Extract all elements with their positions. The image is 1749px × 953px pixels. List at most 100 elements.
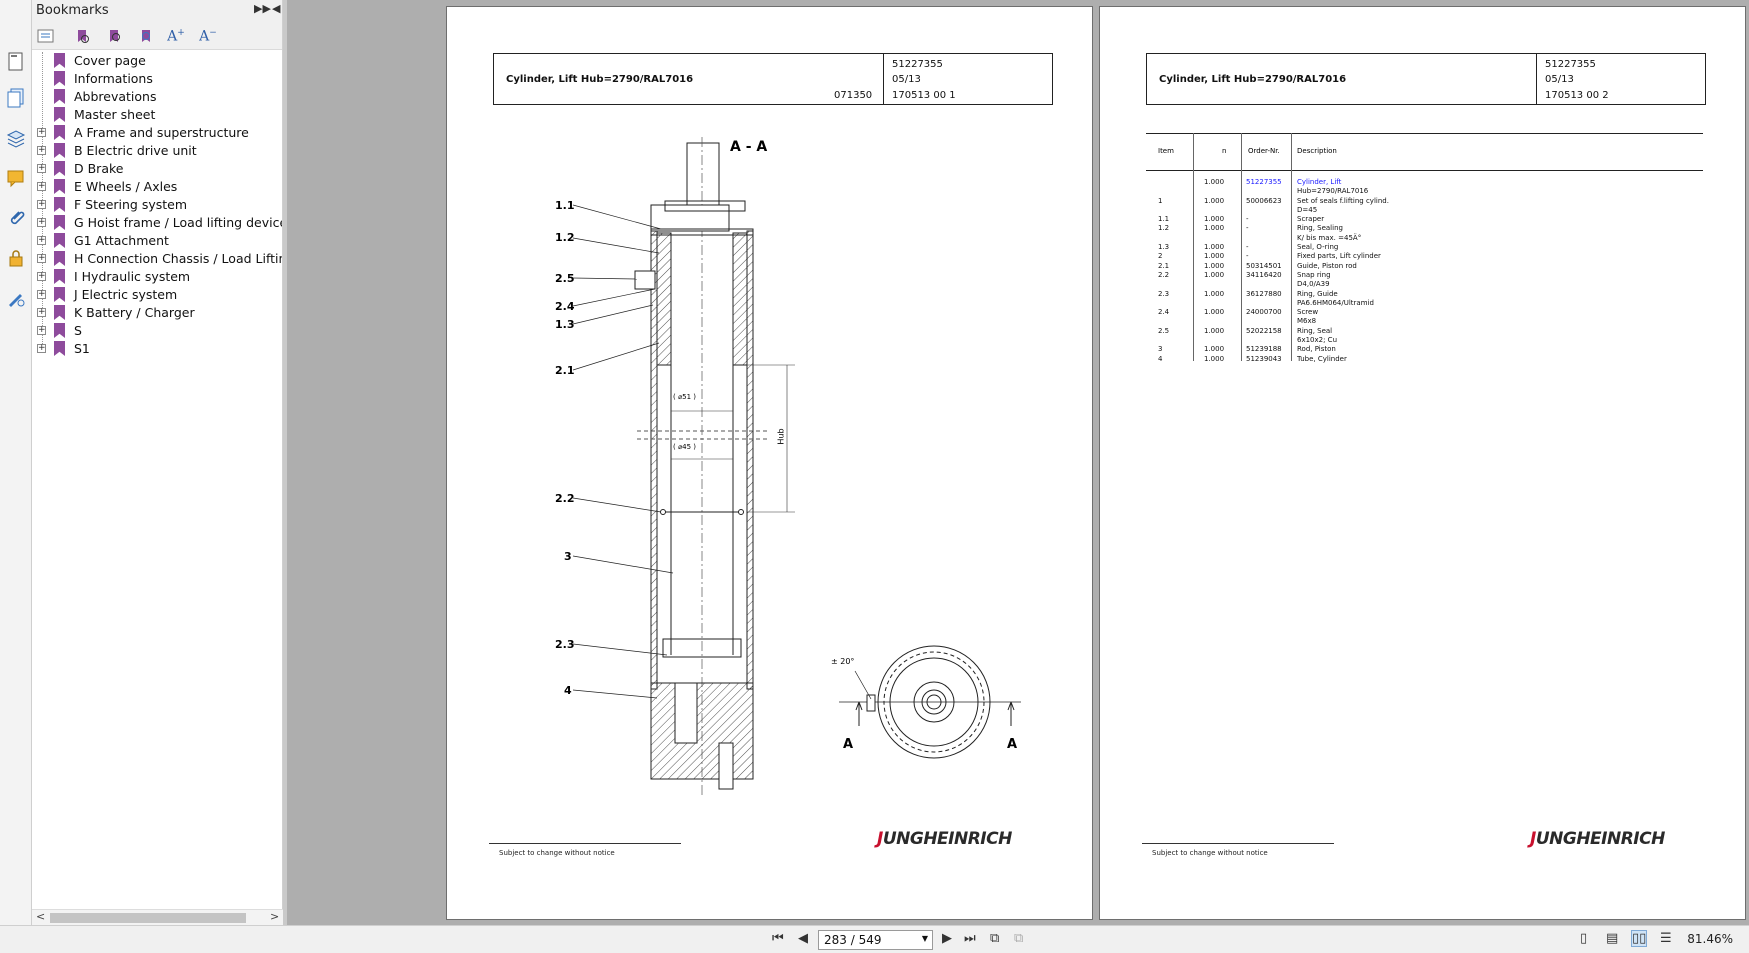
security-lock-icon[interactable]: [3, 244, 29, 272]
cell-desc: Snap ring: [1297, 270, 1331, 279]
find-bookmark-icon[interactable]: [136, 26, 156, 46]
cell-desc: Hub=2790/RAL7016: [1297, 187, 1369, 196]
expand-toggle-icon[interactable]: +: [37, 254, 46, 263]
document-page-left: Cylinder, Lift Hub=2790/RAL7016 071350 5…: [446, 6, 1093, 920]
bookmark-search-icon[interactable]: [104, 26, 124, 46]
bookmark-label: J Electric system: [74, 287, 178, 302]
bookmark-item[interactable]: Abbrevations: [32, 88, 282, 106]
collapse-panel-icon[interactable]: ◀: [272, 2, 280, 15]
bookmark-item[interactable]: + G Hoist frame / Load lifting device: [32, 214, 282, 232]
pages-icon[interactable]: [3, 84, 29, 112]
page-number-field[interactable]: 283 / 549 ▼: [818, 930, 933, 950]
last-page-icon[interactable]: ⏭: [964, 931, 976, 946]
increase-font-icon[interactable]: A+: [166, 26, 186, 46]
bookmark-item[interactable]: + K Battery / Charger: [32, 304, 282, 322]
cut-label-right: A: [1007, 737, 1018, 752]
bookmark-icon: [54, 179, 65, 194]
expand-panel-icon[interactable]: ▶▶: [254, 2, 271, 15]
table-row: 2.5 1.000 52022158 Ring, Seal: [1146, 327, 1703, 336]
cell-desc[interactable]: Cylinder, Lift: [1297, 178, 1341, 186]
cell-desc: Tube, Cylinder: [1297, 354, 1347, 363]
insert-page-icon[interactable]: ⧉: [990, 931, 999, 946]
cell-n: 1.000: [1204, 178, 1225, 186]
bookmark-item[interactable]: + B Electric drive unit: [32, 142, 282, 160]
bookmark-item[interactable]: + A Frame and superstructure: [32, 124, 282, 142]
bookmark-item[interactable]: + H Connection Chassis / Load Lifting De: [32, 250, 282, 268]
facing-view-icon[interactable]: ▯▯: [1630, 930, 1648, 947]
expand-toggle-icon[interactable]: +: [37, 128, 46, 137]
cell-desc: Screw: [1297, 308, 1319, 317]
layers-icon[interactable]: [3, 124, 29, 152]
page-thumbnail-icon[interactable]: [3, 48, 29, 76]
bookmark-label: G Hoist frame / Load lifting device: [74, 215, 282, 230]
panel-horizontal-scrollbar[interactable]: < >: [32, 909, 283, 925]
bookmark-item[interactable]: + E Wheels / Axles: [32, 178, 282, 196]
previous-page-icon[interactable]: ◀: [798, 931, 808, 946]
next-page-icon[interactable]: ▶: [942, 931, 952, 946]
bookmark-icon: [54, 287, 65, 302]
continuous-facing-view-icon[interactable]: ☰: [1660, 931, 1672, 946]
bookmark-item[interactable]: + S1: [32, 340, 282, 358]
attachments-icon[interactable]: [3, 204, 29, 232]
first-page-icon[interactable]: ⏮: [772, 931, 784, 946]
expand-toggle-icon[interactable]: +: [37, 164, 46, 173]
table-row: 1.1 1.000 - Scraper: [1146, 215, 1703, 224]
bookmark-item[interactable]: Informations: [32, 70, 282, 88]
bookmark-item[interactable]: + G1 Attachment: [32, 232, 282, 250]
footer-note: Subject to change without notice: [1152, 849, 1268, 857]
expand-toggle-icon[interactable]: +: [37, 200, 46, 209]
scroll-left-icon[interactable]: <: [36, 910, 45, 923]
side-icon-rail: [0, 0, 32, 925]
dimension-45: ( ⌀45 ): [673, 443, 697, 451]
bookmarks-panel-title: Bookmarks: [36, 3, 109, 18]
page-dropdown-icon[interactable]: ▼: [922, 934, 928, 943]
parts-list-title: Cylinder, Lift Hub=2790/RAL7016: [1159, 74, 1347, 85]
table-row: PA6.6HM064/Ultramid: [1146, 299, 1703, 308]
expand-toggle-icon[interactable]: +: [37, 290, 46, 299]
brand-logo: JUNGHEINRICH: [877, 829, 1012, 849]
expand-toggle-icon[interactable]: +: [37, 236, 46, 245]
single-page-view-icon[interactable]: ▯: [1580, 931, 1587, 946]
expand-toggle-icon[interactable]: +: [37, 146, 46, 155]
bookmark-item[interactable]: + I Hydraulic system: [32, 268, 282, 286]
bookmark-item[interactable]: Cover page: [32, 52, 282, 70]
table-row: 6x10x2; Cu: [1146, 336, 1703, 345]
callout-2-2: 2.2: [555, 492, 575, 505]
expand-toggle-icon[interactable]: +: [37, 344, 46, 353]
cell-order: -: [1246, 243, 1249, 252]
bookmarks-toolbar: A+ A−: [32, 22, 282, 50]
bookmark-item[interactable]: + F Steering system: [32, 196, 282, 214]
delete-page-icon[interactable]: ⧉: [1014, 931, 1023, 946]
bookmark-item[interactable]: + J Electric system: [32, 286, 282, 304]
bookmark-options-icon[interactable]: [36, 26, 56, 46]
decrease-font-icon[interactable]: A−: [198, 26, 218, 46]
bookmark-label: S: [74, 323, 82, 338]
scroll-thumb[interactable]: [50, 913, 246, 923]
expand-toggle-icon[interactable]: +: [37, 272, 46, 281]
zoom-level[interactable]: 81.46%: [1687, 932, 1733, 946]
panel-splitter[interactable]: [283, 0, 287, 925]
expand-toggle-icon[interactable]: +: [37, 182, 46, 191]
expand-toggle-icon[interactable]: +: [37, 308, 46, 317]
bookmark-label: E Wheels / Axles: [74, 179, 178, 194]
cylinder-drawing: [572, 137, 1021, 797]
table-row: 2.4 1.000 24000700 Screw: [1146, 308, 1703, 317]
new-bookmark-icon[interactable]: [72, 26, 92, 46]
bookmark-item[interactable]: + S: [32, 322, 282, 340]
cell-n: 1.000: [1204, 326, 1225, 335]
comments-icon[interactable]: [3, 164, 29, 192]
bookmark-item[interactable]: + D Brake: [32, 160, 282, 178]
callout-3: 3: [564, 550, 572, 563]
expand-toggle-icon[interactable]: +: [37, 326, 46, 335]
cell-desc: Ring, Sealing: [1297, 224, 1343, 233]
bookmark-item[interactable]: Master sheet: [32, 106, 282, 124]
callout-1-2: 1.2: [555, 231, 575, 244]
parts-rows: 1.000 51227355 Cylinder, Lift Hub=2790/RAL7…: [1146, 178, 1703, 364]
title-block: Cylinder, Lift Hub=2790/RAL7016 51227355…: [1146, 53, 1706, 105]
continuous-view-icon[interactable]: ▤: [1606, 931, 1618, 946]
signature-icon[interactable]: [3, 284, 29, 312]
scroll-right-icon[interactable]: >: [270, 910, 279, 923]
expand-toggle-icon[interactable]: +: [37, 218, 46, 227]
cell-n: 1.000: [1204, 215, 1225, 224]
cell-order[interactable]: 51227355: [1246, 178, 1282, 186]
